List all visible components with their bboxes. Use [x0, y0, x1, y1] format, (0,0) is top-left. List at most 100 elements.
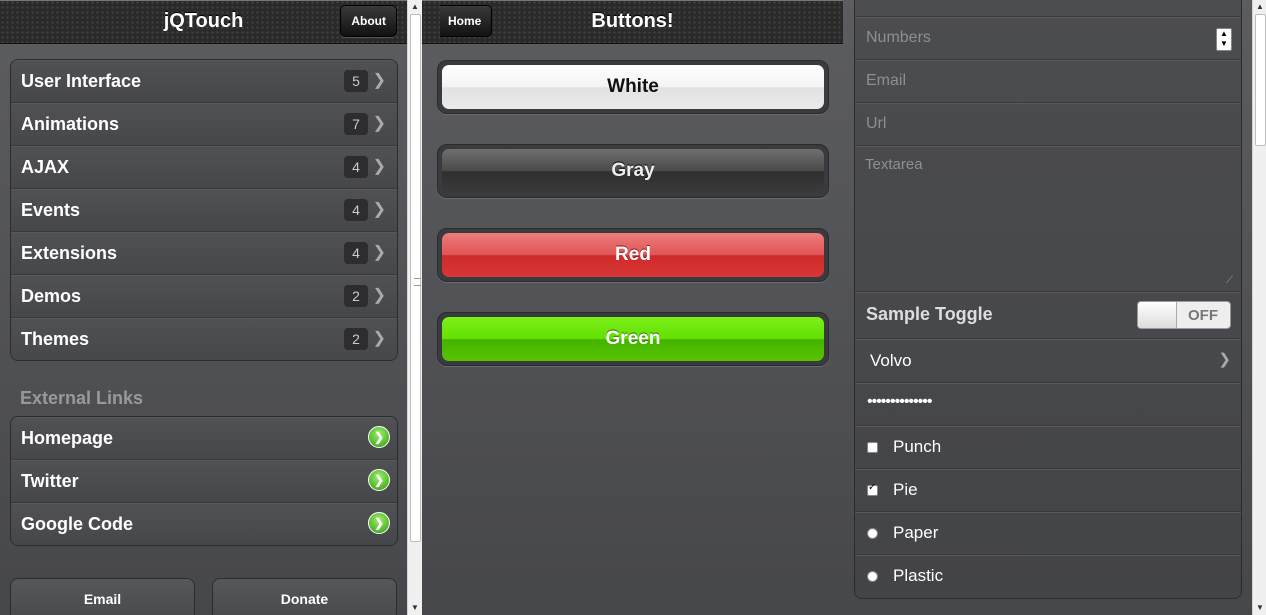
about-button[interactable]: About: [340, 5, 397, 37]
menu-item-events[interactable]: Events 4 ❯: [11, 188, 397, 231]
link-homepage[interactable]: Homepage ❯: [11, 417, 397, 459]
car-select[interactable]: Volvo ❯: [855, 338, 1241, 383]
plastic-radio[interactable]: [867, 571, 878, 582]
green-button[interactable]: Green: [442, 317, 824, 361]
scrollbar-thumb[interactable]: [1255, 14, 1266, 146]
email-input[interactable]: Email: [855, 59, 1241, 103]
scrollbar-thumb[interactable]: [410, 14, 421, 542]
url-input[interactable]: Url: [855, 102, 1241, 146]
back-label: Home: [448, 14, 482, 28]
count-badge: 7: [344, 113, 368, 135]
donate-button[interactable]: Donate: [212, 578, 397, 615]
menu-item-extensions[interactable]: Extensions 4 ❯: [11, 231, 397, 274]
menu-item-themes[interactable]: Themes 2 ❯: [11, 317, 397, 360]
radio-label: Paper: [893, 523, 939, 542]
sample-toggle-row: Sample Toggle OFF: [855, 291, 1241, 339]
scroll-down-icon[interactable]: ▼: [408, 603, 422, 613]
external-arrow-icon: ❯: [368, 426, 390, 448]
left-scrollbar[interactable]: ▲ ▼: [407, 0, 422, 615]
checkbox-row-punch[interactable]: Punch: [855, 425, 1241, 469]
menu-item-label: User Interface: [21, 71, 142, 91]
link-label: Homepage: [21, 428, 114, 448]
white-button[interactable]: White: [442, 65, 824, 109]
menu-item-label: Demos: [21, 286, 82, 306]
forms-panel: Numbers ▲ ▼ Email Url Textarea ⟋ Sample T…: [843, 0, 1252, 615]
chevron-right-icon: ❯: [372, 201, 386, 218]
count-badge: 4: [344, 242, 368, 264]
radio-label: Plastic: [893, 566, 944, 585]
checkbox-label: Punch: [893, 437, 942, 456]
paper-radio[interactable]: [867, 528, 878, 539]
menu-item-label: Events: [21, 200, 81, 220]
menu-item-demos[interactable]: Demos 2 ❯: [11, 274, 397, 317]
chevron-right-icon: ❯: [372, 244, 386, 261]
number-stepper[interactable]: ▲ ▼: [1216, 28, 1232, 51]
email-placeholder: Email: [866, 72, 907, 89]
gray-button[interactable]: Gray: [442, 149, 824, 193]
menu-item-label: Themes: [21, 329, 90, 349]
password-value: ••••••••••••••: [867, 393, 932, 410]
count-badge: 5: [344, 70, 368, 92]
home-back-button[interactable]: Home: [440, 5, 493, 37]
sample-toggle[interactable]: OFF: [1137, 301, 1231, 329]
link-google-code[interactable]: Google Code ❯: [11, 502, 397, 545]
external-arrow-icon: ❯: [368, 512, 390, 534]
green-button-frame: Green: [437, 312, 829, 366]
toggle-state: OFF: [1188, 307, 1218, 324]
checkbox-label: Pie: [893, 480, 918, 499]
scroll-up-icon[interactable]: ▲: [408, 2, 422, 12]
checkbox-row-pie[interactable]: Pie: [855, 468, 1241, 512]
scroll-up-icon[interactable]: ▲: [1253, 2, 1266, 12]
select-value: Volvo: [870, 351, 912, 370]
buttons-toolbar: Buttons! Home: [422, 0, 843, 44]
count-badge: 4: [344, 199, 368, 221]
buttons-panel: Buttons! Home White Gray Red Green: [422, 0, 843, 615]
numbers-placeholder: Numbers: [866, 29, 931, 46]
menu-item-label: Animations: [21, 114, 120, 134]
menu-item-animations[interactable]: Animations 7 ❯: [11, 102, 397, 145]
link-label: Google Code: [21, 514, 133, 534]
home-toolbar: jQTouch About: [0, 0, 407, 44]
menu-item-label: AJAX: [21, 157, 70, 177]
main-menu: User Interface 5 ❯ Animations 7 ❯ AJAX 4 ❯ Eve…: [10, 59, 398, 361]
radio-row-plastic[interactable]: Plastic: [855, 554, 1241, 598]
count-badge: 4: [344, 156, 368, 178]
chevron-right-icon: ❯: [372, 115, 386, 132]
chevron-right-icon: ❯: [372, 158, 386, 175]
stepper-down-icon[interactable]: ▼: [1220, 39, 1228, 48]
punch-checkbox[interactable]: [867, 442, 878, 453]
link-twitter[interactable]: Twitter ❯: [11, 459, 397, 502]
form-list: Numbers ▲ ▼ Email Url Textarea ⟋ Sample T…: [854, 0, 1242, 599]
chevron-right-icon: ❯: [372, 72, 386, 89]
chevron-right-icon: ❯: [1218, 351, 1231, 368]
menu-item-user-interface[interactable]: User Interface 5 ❯: [11, 60, 397, 102]
count-badge: 2: [344, 285, 368, 307]
external-links-list: Homepage ❯ Twitter ❯ Google Code ❯: [10, 416, 398, 546]
resize-handle-icon[interactable]: ⟋: [1226, 275, 1233, 286]
numbers-input[interactable]: Numbers ▲ ▼: [855, 16, 1241, 60]
email-button[interactable]: Email: [10, 578, 195, 615]
url-placeholder: Url: [866, 115, 887, 132]
chevron-right-icon: ❯: [372, 330, 386, 347]
textarea-placeholder: Textarea: [865, 156, 923, 173]
external-arrow-icon: ❯: [368, 469, 390, 491]
menu-item-label: Extensions: [21, 243, 118, 263]
red-button[interactable]: Red: [442, 233, 824, 277]
input-row-top[interactable]: [855, 0, 1241, 16]
toggle-label: Sample Toggle: [866, 304, 993, 324]
red-button-frame: Red: [437, 228, 829, 282]
textarea-input[interactable]: Textarea ⟋: [855, 145, 1241, 292]
grip-icon: [414, 278, 421, 286]
right-scrollbar[interactable]: ▲ ▼: [1252, 0, 1266, 615]
pie-checkbox[interactable]: [867, 482, 878, 496]
external-links-heading: External Links: [20, 388, 144, 408]
count-badge: 2: [344, 328, 368, 350]
link-label: Twitter: [21, 471, 79, 491]
scroll-down-icon[interactable]: ▼: [1253, 603, 1266, 613]
password-field[interactable]: ••••••••••••••: [855, 382, 1241, 426]
menu-item-ajax[interactable]: AJAX 4 ❯: [11, 145, 397, 188]
radio-row-paper[interactable]: Paper: [855, 511, 1241, 555]
gray-button-frame: Gray: [437, 144, 829, 198]
home-panel: jQTouch About User Interface 5 ❯ Animation…: [0, 0, 407, 615]
stepper-up-icon[interactable]: ▲: [1220, 29, 1228, 38]
